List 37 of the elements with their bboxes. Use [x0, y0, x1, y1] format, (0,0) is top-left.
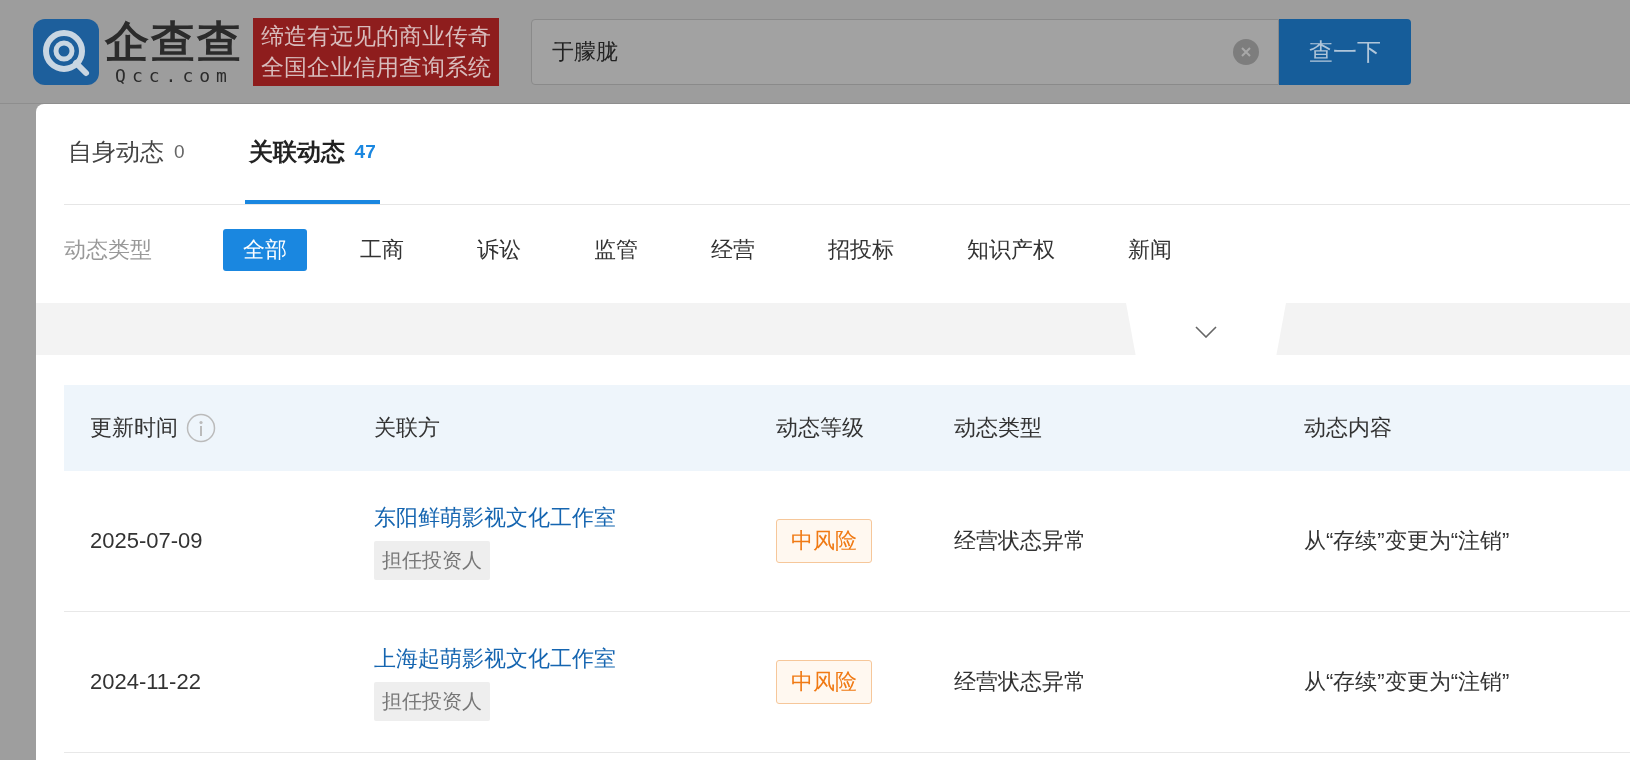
search-button[interactable]: 查一下 [1279, 18, 1411, 85]
event-content-text: 从“存续”变更为“注销” [1304, 528, 1510, 553]
filter-label: 动态类型 [64, 236, 152, 264]
tab[interactable]: 关联动态 47 [244, 104, 380, 204]
role-tag: 担任投资人 [374, 540, 490, 580]
event-type-text: 经营状态异常 [954, 669, 1086, 694]
risk-level-tag: 中风险 [776, 660, 872, 704]
risk-level-tag: 中风险 [776, 519, 872, 563]
filter-option[interactable]: 监管 [574, 229, 658, 271]
tab[interactable]: 自身动态 0 [64, 104, 189, 204]
column-header: 动态内容 [1304, 414, 1392, 442]
slogan-banner: 缔造有远见的商业传奇 全国企业信用查询系统 [253, 17, 499, 86]
role-tag: 担任投资人 [374, 681, 490, 721]
column-header: 关联方 [374, 414, 440, 442]
filter-option[interactable]: 知识产权 [947, 229, 1075, 271]
filter-option[interactable]: 全部 [223, 229, 307, 271]
filter-option[interactable]: 经营 [691, 229, 775, 271]
logo-text: 企查查 [105, 17, 243, 66]
column-header: 动态类型 [954, 414, 1042, 442]
column-header: 更新时间 [90, 414, 178, 442]
column-header: 动态等级 [776, 414, 864, 442]
clear-icon[interactable] [1233, 38, 1259, 65]
company-link[interactable]: 上海起萌影视文化工作室 [374, 643, 616, 674]
filter-option[interactable]: 招投标 [808, 229, 914, 271]
filter-option[interactable]: 诉讼 [457, 229, 541, 271]
logo-domain: Qcc.com [115, 65, 233, 86]
search-field[interactable]: 于朦胧 [531, 18, 1279, 85]
logo-icon [33, 18, 99, 85]
company-link[interactable]: 东阳鲜萌影视文化工作室 [374, 502, 616, 533]
date-text: 2025-07-09 [90, 528, 203, 553]
event-type-text: 经营状态异常 [954, 528, 1086, 553]
info-icon[interactable] [186, 413, 216, 443]
filter-option[interactable]: 新闻 [1108, 229, 1192, 271]
event-content-text: 从“存续”变更为“注销” [1304, 669, 1510, 694]
chevron-down-icon [1195, 325, 1217, 338]
filter-option[interactable]: 工商 [340, 229, 424, 271]
date-text: 2024-11-22 [90, 669, 201, 694]
